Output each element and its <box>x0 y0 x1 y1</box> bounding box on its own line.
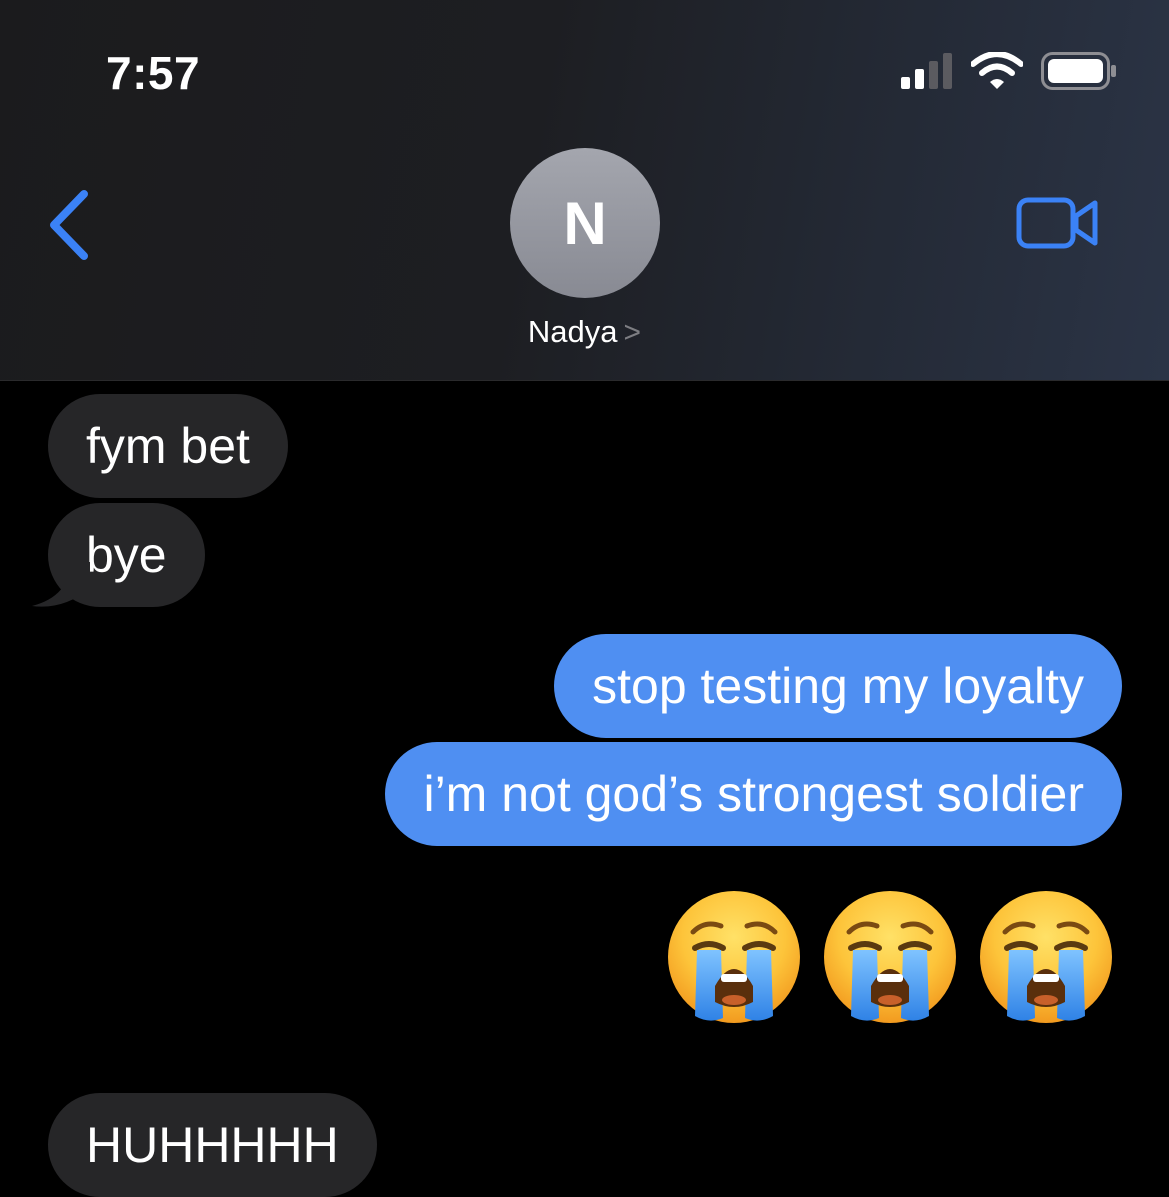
chevron-right-icon: > <box>623 316 642 349</box>
message-bubble-outgoing[interactable]: stop testing my loyalty <box>554 634 1122 738</box>
message-text: HUHHHHH <box>86 1117 339 1173</box>
loudly-crying-face-emoji <box>979 890 1113 1024</box>
battery-icon <box>1041 52 1116 90</box>
message-bubble-incoming[interactable]: fym bet <box>48 394 288 498</box>
video-camera-icon <box>1016 197 1098 249</box>
message-text: i’m not god’s strongest soldier <box>423 766 1084 822</box>
status-icons <box>901 52 1117 90</box>
message-text: stop testing my loyalty <box>592 658 1084 714</box>
message-bubble-outgoing[interactable]: i’m not god’s strongest soldier <box>385 742 1122 846</box>
contact-name: Nadya <box>527 314 618 349</box>
contact-initial: N <box>563 189 607 257</box>
loudly-crying-face-emoji <box>823 890 957 1024</box>
contact-avatar[interactable]: N <box>510 148 660 298</box>
status-time: 7:57 <box>106 47 201 99</box>
conversation-header: 7:57 N Nadya > <box>0 0 1169 381</box>
emoji-message[interactable] <box>667 890 1113 1024</box>
video-call-button[interactable] <box>1016 196 1100 252</box>
back-button[interactable] <box>44 188 94 262</box>
contact-name-button[interactable]: Nadya > <box>0 314 1169 350</box>
chevron-left-icon <box>50 190 88 260</box>
message-text: fym bet <box>86 418 250 474</box>
loudly-crying-face-emoji <box>667 890 801 1024</box>
cellular-signal-icon <box>901 53 952 89</box>
message-bubble-incoming[interactable]: HUHHHHH <box>48 1093 377 1197</box>
bubble-tail <box>32 562 90 607</box>
wifi-icon <box>971 52 1023 89</box>
message-text: bye <box>86 527 167 583</box>
